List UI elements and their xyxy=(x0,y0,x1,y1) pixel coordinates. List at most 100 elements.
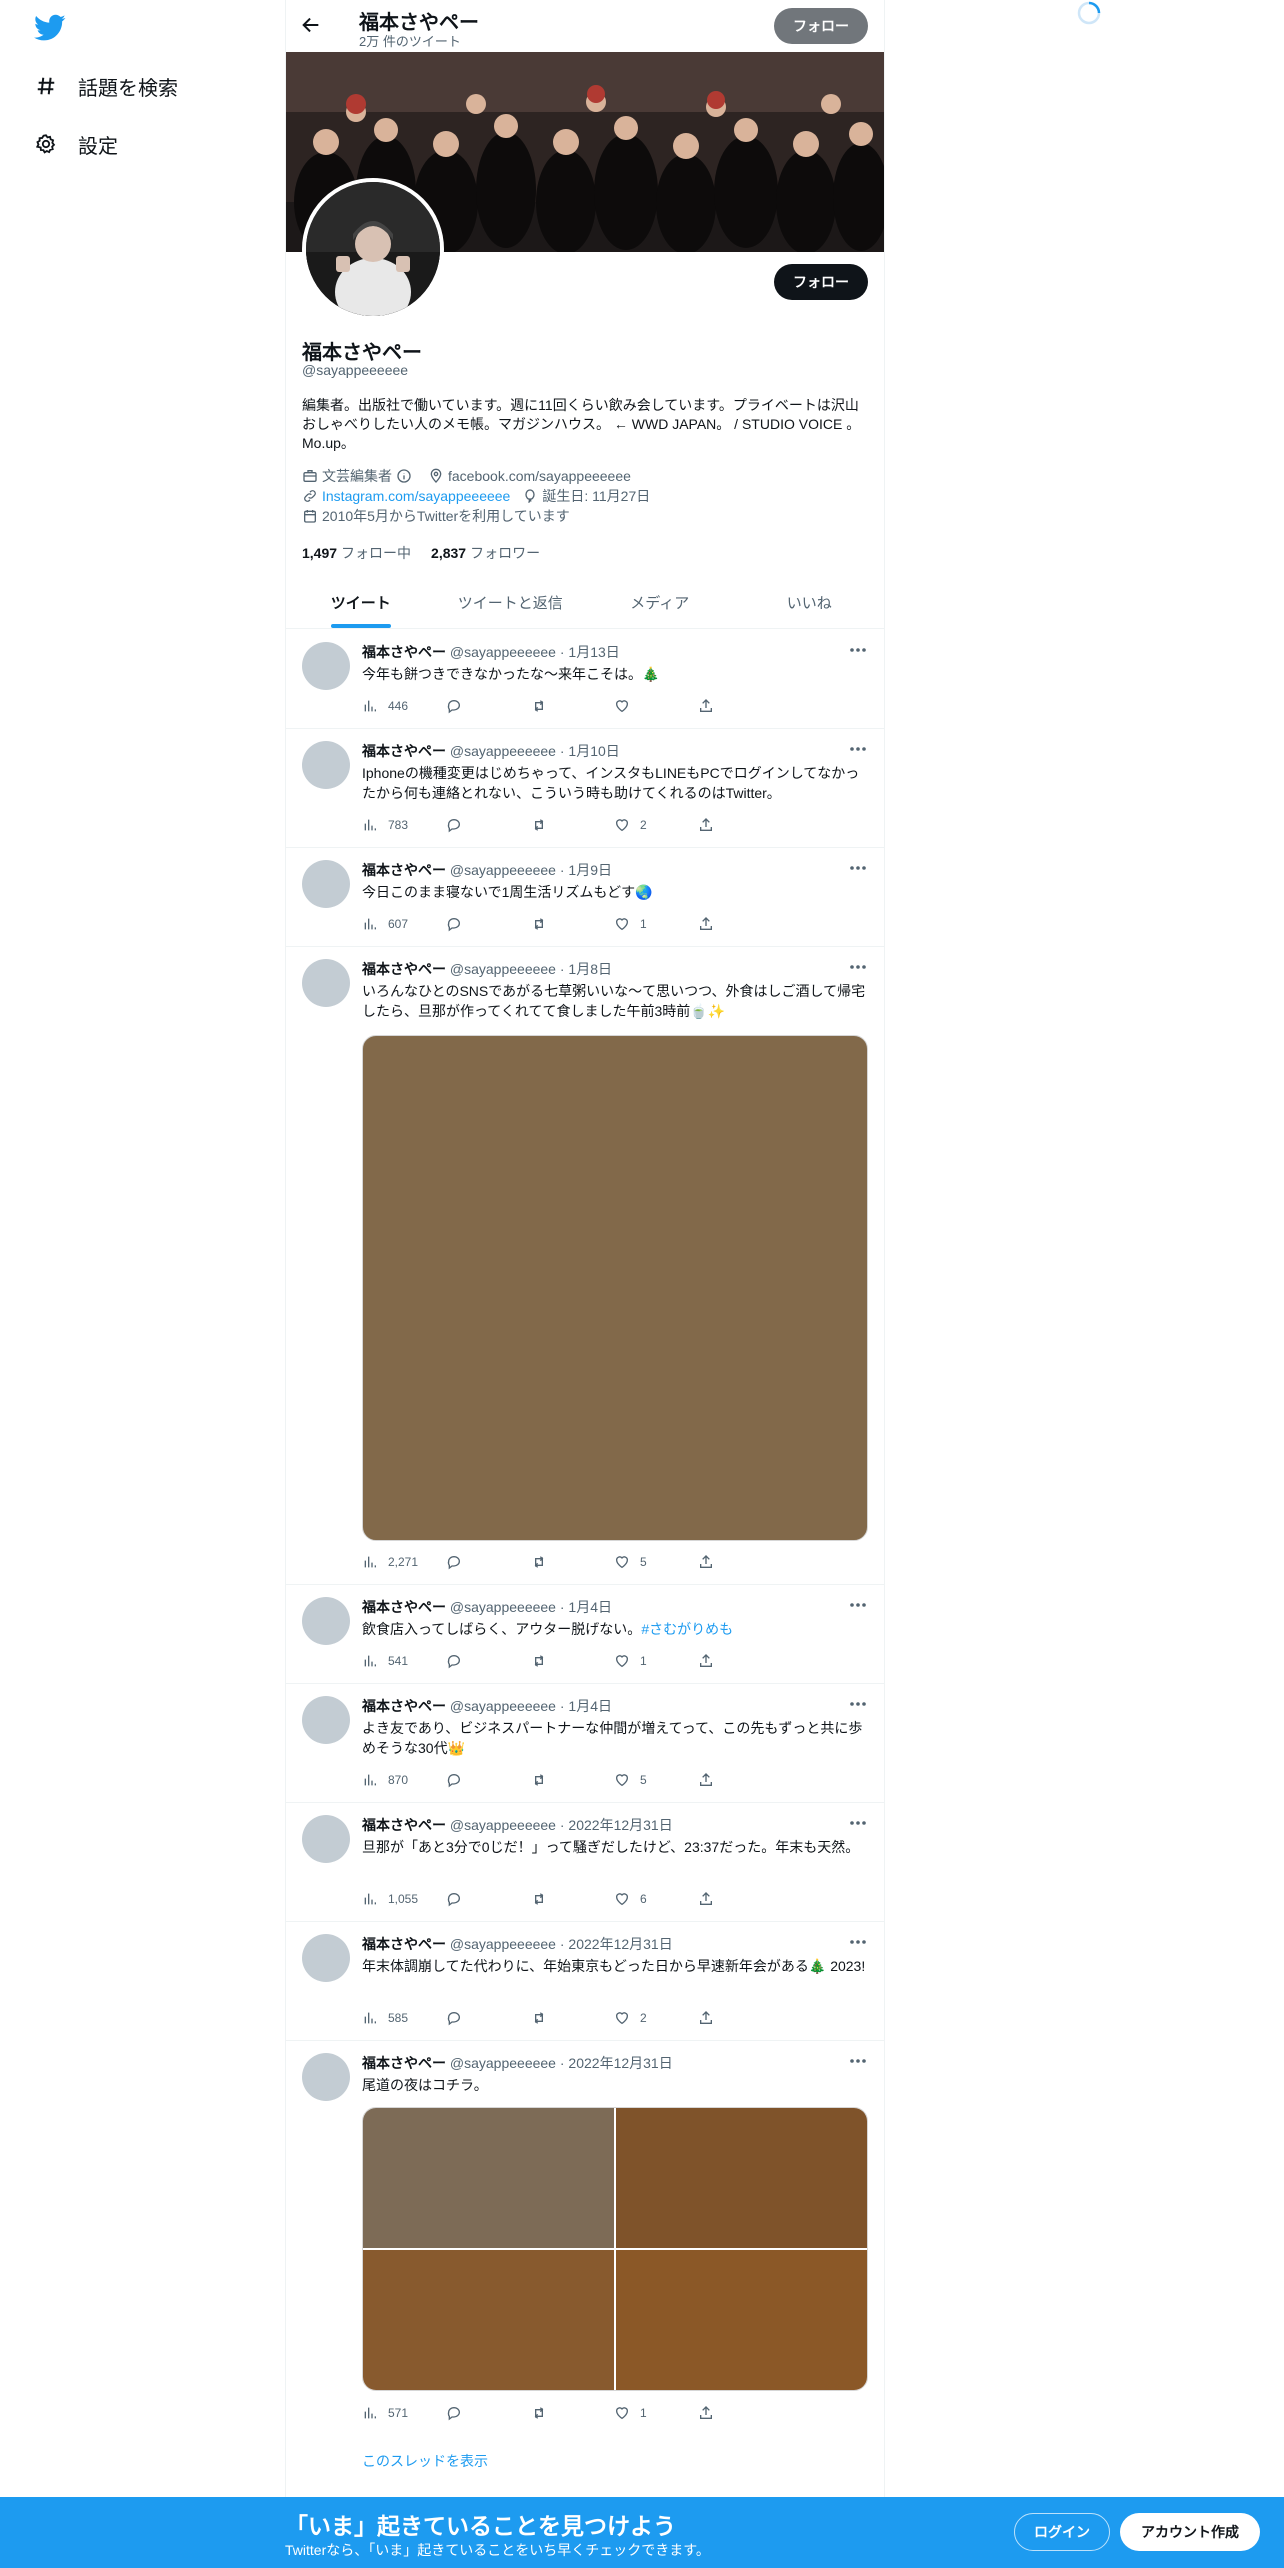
share-action[interactable] xyxy=(698,2405,782,2421)
tweet-date[interactable]: 1月10日 xyxy=(568,743,619,759)
more-icon[interactable] xyxy=(848,642,868,658)
tweet-date[interactable]: 1月9日 xyxy=(568,862,612,878)
more-icon[interactable] xyxy=(848,1696,868,1712)
tweet-date[interactable]: 1月4日 xyxy=(568,1599,612,1615)
views-action[interactable]: 2,271 xyxy=(362,1554,446,1570)
like-action[interactable] xyxy=(614,698,698,714)
following-stat[interactable]: 1,497 フォロー中 xyxy=(302,543,411,563)
tweet[interactable]: 福本さやペー @sayappeeeeee · 1月13日 今年も餅つきできなかっ… xyxy=(286,630,884,729)
tweet-image[interactable] xyxy=(363,2250,614,2390)
tweet-author-name[interactable]: 福本さやペー xyxy=(362,2055,446,2071)
tab-likes[interactable]: いいね xyxy=(735,576,885,628)
login-button[interactable]: ログイン xyxy=(1014,2513,1110,2551)
more-icon[interactable] xyxy=(848,741,868,757)
tweet-image[interactable] xyxy=(616,2250,867,2390)
tweet-author-handle[interactable]: @sayappeeeeee xyxy=(450,1698,556,1714)
tweet-author-name[interactable]: 福本さやペー xyxy=(362,644,446,660)
tweet[interactable]: 福本さやペー @sayappeeeeee · 1月4日 よき友であり、ビジネスパ… xyxy=(286,1684,884,1803)
tweet-date[interactable]: 2022年12月31日 xyxy=(568,1817,672,1833)
tweet-image[interactable] xyxy=(362,1035,868,1541)
share-action[interactable] xyxy=(698,1554,782,1570)
more-icon[interactable] xyxy=(848,1934,868,1950)
share-action[interactable] xyxy=(698,817,782,833)
tweet-author-name[interactable]: 福本さやペー xyxy=(362,862,446,878)
reply-action[interactable] xyxy=(446,817,530,833)
reply-action[interactable] xyxy=(446,1891,530,1907)
tweet-avatar[interactable] xyxy=(302,860,350,908)
views-action[interactable]: 870 xyxy=(362,1772,446,1788)
tweet-author-handle[interactable]: @sayappeeeeee xyxy=(450,1817,556,1833)
retweet-action[interactable] xyxy=(530,698,614,714)
tweet[interactable]: 福本さやペー @sayappeeeeee · 1月8日 いろんなひとのSNSであ… xyxy=(286,947,884,1585)
tweet[interactable]: 福本さやペー @sayappeeeeee · 1月4日 飲食店入ってしばらく、ア… xyxy=(286,1585,884,1684)
tweet-author-name[interactable]: 福本さやペー xyxy=(362,961,446,977)
tweet-date[interactable]: 1月4日 xyxy=(568,1698,612,1714)
tweet-author-handle[interactable]: @sayappeeeeee xyxy=(450,2055,556,2071)
like-action[interactable]: 5 xyxy=(614,1772,698,1788)
reply-action[interactable] xyxy=(446,2405,530,2421)
like-action[interactable]: 1 xyxy=(614,2405,698,2421)
nav-settings[interactable]: 設定 xyxy=(34,124,118,164)
hashtag-link[interactable]: #さむがりめも xyxy=(641,1621,733,1637)
like-action[interactable]: 6 xyxy=(614,1891,698,1907)
tweet-author-name[interactable]: 福本さやペー xyxy=(362,1817,446,1833)
tweet-avatar[interactable] xyxy=(302,959,350,1007)
retweet-action[interactable] xyxy=(530,1653,614,1669)
tweet-author-handle[interactable]: @sayappeeeeee xyxy=(450,1599,556,1615)
back-arrow-icon[interactable] xyxy=(300,14,324,38)
tweet-image[interactable] xyxy=(363,2108,614,2248)
signup-button[interactable]: アカウント作成 xyxy=(1120,2513,1260,2551)
tweet[interactable]: 福本さやペー @sayappeeeeee · 2022年12月31日 尾道の夜は… xyxy=(286,2041,884,2497)
tweet-author-name[interactable]: 福本さやペー xyxy=(362,1698,446,1714)
more-icon[interactable] xyxy=(848,959,868,975)
profile-avatar[interactable] xyxy=(302,178,444,320)
show-thread-link[interactable]: このスレッドを表示 xyxy=(362,2451,488,2471)
nav-explore[interactable]: 話題を検索 xyxy=(34,66,178,106)
tweet[interactable]: 福本さやペー @sayappeeeeee · 2022年12月31日 年末体調崩… xyxy=(286,1922,884,2041)
views-action[interactable]: 607 xyxy=(362,916,446,932)
more-icon[interactable] xyxy=(848,1597,868,1613)
tweet-author-handle[interactable]: @sayappeeeeee xyxy=(450,743,556,759)
tweet-avatar[interactable] xyxy=(302,1597,350,1645)
tab-tweets-and-replies[interactable]: ツイートと返信 xyxy=(436,576,586,628)
tweet[interactable]: 福本さやペー @sayappeeeeee · 2022年12月31日 旦那が「あ… xyxy=(286,1803,884,1922)
share-action[interactable] xyxy=(698,1891,782,1907)
more-icon[interactable] xyxy=(848,1815,868,1831)
reply-action[interactable] xyxy=(446,1554,530,1570)
tweet-author-handle[interactable]: @sayappeeeeee xyxy=(450,961,556,977)
tweet-avatar[interactable] xyxy=(302,1815,350,1863)
tweet-avatar[interactable] xyxy=(302,642,350,690)
retweet-action[interactable] xyxy=(530,1772,614,1788)
tweet-avatar[interactable] xyxy=(302,2053,350,2101)
profile-website-link[interactable]: Instagram.com/sayappeeeeee xyxy=(322,488,510,504)
retweet-action[interactable] xyxy=(530,817,614,833)
like-action[interactable]: 1 xyxy=(614,1653,698,1669)
more-icon[interactable] xyxy=(848,2053,868,2069)
tweet-date[interactable]: 1月8日 xyxy=(568,961,612,977)
reply-action[interactable] xyxy=(446,2010,530,2026)
tweet-date[interactable]: 2022年12月31日 xyxy=(568,1936,672,1952)
retweet-action[interactable] xyxy=(530,1891,614,1907)
share-action[interactable] xyxy=(698,1653,782,1669)
share-action[interactable] xyxy=(698,916,782,932)
tweet-author-handle[interactable]: @sayappeeeeee xyxy=(450,862,556,878)
more-icon[interactable] xyxy=(848,860,868,876)
views-action[interactable]: 446 xyxy=(362,698,446,714)
like-action[interactable]: 2 xyxy=(614,817,698,833)
share-action[interactable] xyxy=(698,698,782,714)
like-action[interactable]: 1 xyxy=(614,916,698,932)
tweet-author-name[interactable]: 福本さやペー xyxy=(362,1599,446,1615)
retweet-action[interactable] xyxy=(530,916,614,932)
tweet-avatar[interactable] xyxy=(302,741,350,789)
views-action[interactable]: 1,055 xyxy=(362,1891,446,1907)
tab-media[interactable]: メディア xyxy=(585,576,735,628)
share-action[interactable] xyxy=(698,2010,782,2026)
like-action[interactable]: 5 xyxy=(614,1554,698,1570)
views-action[interactable]: 571 xyxy=(362,2405,446,2421)
views-action[interactable]: 783 xyxy=(362,817,446,833)
retweet-action[interactable] xyxy=(530,1554,614,1570)
views-action[interactable]: 541 xyxy=(362,1653,446,1669)
reply-action[interactable] xyxy=(446,1653,530,1669)
tweet-date[interactable]: 2022年12月31日 xyxy=(568,2055,672,2071)
header-follow-button[interactable]: フォロー xyxy=(774,8,868,44)
